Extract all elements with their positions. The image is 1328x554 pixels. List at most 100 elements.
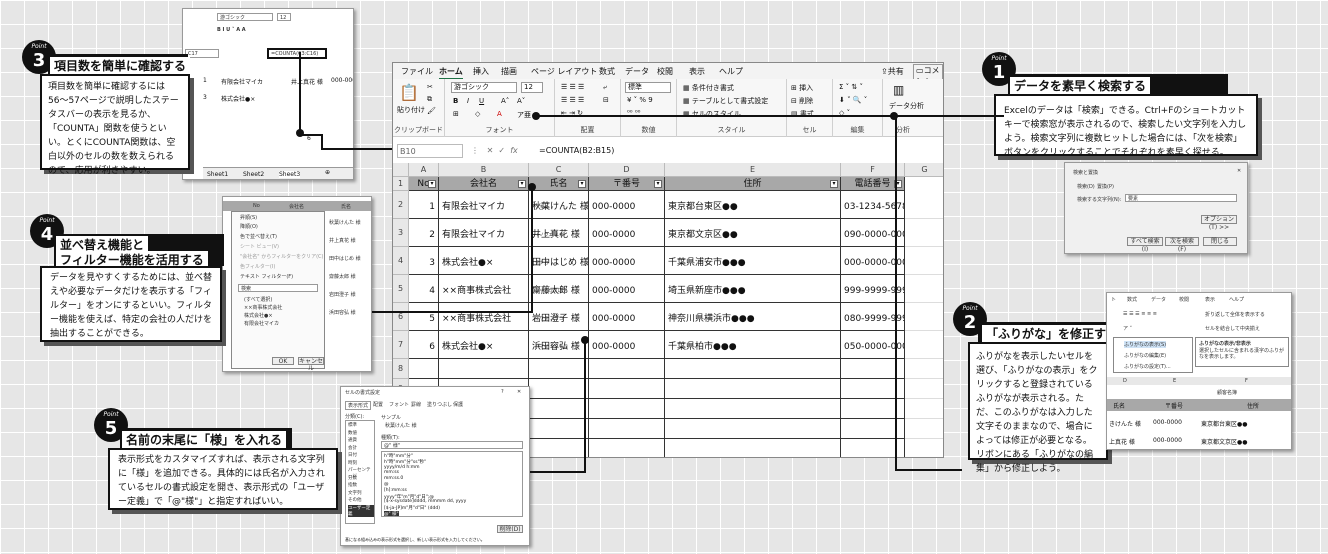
cell-no[interactable]: 2: [409, 219, 439, 247]
cell-addr[interactable]: 千葉県柏市●●●: [665, 331, 841, 359]
empty-cell[interactable]: [905, 439, 943, 457]
cell-addr[interactable]: 東京都文京区●●: [665, 219, 841, 247]
cell-tel[interactable]: 03-1234-5678: [841, 191, 905, 219]
empty-cell[interactable]: [589, 399, 665, 419]
menu-edit-furigana[interactable]: ふりがなの編集(E): [1124, 352, 1166, 359]
empty-cell[interactable]: [841, 399, 905, 419]
tab-alignment[interactable]: 配置: [373, 401, 383, 408]
empty-cell[interactable]: [439, 359, 529, 379]
share-button[interactable]: ⇪共有: [881, 66, 904, 77]
tab-font[interactable]: フォント: [389, 401, 409, 408]
row-header-4[interactable]: 4: [393, 247, 409, 275]
find-next-button[interactable]: 次を検索(F): [1165, 237, 1199, 253]
empty-cell[interactable]: [589, 379, 665, 399]
menu-show-furigana[interactable]: ふりがなの表示(S): [1124, 341, 1167, 348]
cell-name[interactable]: タナカ 田中はじめ 様: [529, 247, 589, 275]
empty-cell[interactable]: [841, 419, 905, 439]
empty-cell[interactable]: [905, 399, 943, 419]
empty-cell[interactable]: [665, 419, 841, 439]
align-top-icon[interactable]: ☰ ☰ ☰: [561, 83, 584, 91]
merge-icon[interactable]: ⊟: [603, 96, 609, 104]
empty-cell[interactable]: [905, 379, 943, 399]
col-header-d[interactable]: D: [589, 163, 665, 177]
category-item[interactable]: 指数: [348, 482, 357, 488]
border-icon[interactable]: ⊞: [453, 110, 459, 118]
formula-input[interactable]: =COUNTA(B2:B15): [539, 146, 614, 155]
sheet-tab-1[interactable]: Sheet1: [207, 171, 228, 178]
cell-zip[interactable]: 000-0000: [589, 331, 665, 359]
clear-filter-item[interactable]: "会社名" からフィルターをクリア(C): [240, 253, 323, 260]
empty-cell[interactable]: [589, 359, 665, 379]
row-header-8[interactable]: 8: [393, 359, 409, 379]
cut-icon[interactable]: ✂: [427, 83, 433, 91]
empty-cell[interactable]: [905, 419, 943, 439]
cell-no[interactable]: 4: [409, 275, 439, 303]
font-color-icon[interactable]: A: [497, 110, 502, 118]
tab-home[interactable]: ホーム: [439, 66, 463, 80]
empty-cell[interactable]: [905, 359, 943, 379]
cell-company[interactable]: ××商事株式会社: [439, 275, 529, 303]
dialog-close-button[interactable]: 閉じる: [1203, 237, 1237, 246]
merge-button[interactable]: セルを結合して中央揃え: [1205, 325, 1260, 332]
name-box[interactable]: B10: [397, 144, 463, 158]
cell-name[interactable]: イワタ スミコ 岩田澄子 様: [529, 303, 589, 331]
row-header-2[interactable]: 2: [393, 191, 409, 219]
empty-cell[interactable]: [841, 379, 905, 399]
tab-review[interactable]: 校閲: [657, 66, 673, 77]
tab-data[interactable]: データ: [625, 66, 649, 77]
select-all-corner[interactable]: [393, 163, 409, 177]
filter-dropdown-icon[interactable]: ▾: [428, 180, 436, 188]
phonetic-dropdown-icon[interactable]: ア ˅: [1123, 325, 1132, 332]
indent-icon[interactable]: ⇤ ⇥ ↻: [561, 109, 583, 117]
tab-insert[interactable]: 挿入: [473, 66, 489, 77]
delete-cells-button[interactable]: ⊟ 削除: [791, 96, 813, 106]
cell-g[interactable]: [905, 219, 943, 247]
sort-asc-item[interactable]: 昇順(S): [240, 214, 257, 221]
insert-cells-button[interactable]: ⊞ 挿入: [791, 83, 813, 93]
data-analysis-icon[interactable]: ▥: [893, 83, 904, 97]
empty-cell[interactable]: [589, 419, 665, 439]
cell-company[interactable]: 有限会社マイカ: [439, 191, 529, 219]
cell-company[interactable]: ××商事株式会社: [439, 303, 529, 331]
tab-protection[interactable]: 保護: [453, 401, 463, 408]
bold-icon[interactable]: B: [453, 97, 458, 105]
font-size-select[interactable]: 12: [521, 82, 543, 93]
close-icon[interactable]: ✕: [517, 389, 521, 395]
row-header-5[interactable]: 5: [393, 275, 409, 303]
check-company-2[interactable]: 株式会社●×: [244, 312, 273, 319]
empty-cell[interactable]: [529, 419, 589, 439]
cell-addr[interactable]: 埼玉県新座市●●●: [665, 275, 841, 303]
cell-name[interactable]: サイトウタロウ 齋藤太郎 様: [529, 275, 589, 303]
cell-no[interactable]: 1: [409, 191, 439, 219]
wrap-text-icon[interactable]: ⤶: [603, 83, 607, 92]
check-company-1[interactable]: ××商事株式会社: [244, 304, 282, 311]
options-button[interactable]: オプション(T) >>: [1201, 215, 1237, 231]
filter-dropdown-icon[interactable]: ▾: [518, 180, 526, 188]
filter-dropdown-icon[interactable]: ▾: [830, 180, 838, 188]
sheet-tab-3[interactable]: Sheet3: [279, 171, 301, 178]
delete-format-button[interactable]: 削除(D): [497, 525, 523, 533]
sheet-tab-2[interactable]: Sheet2: [243, 171, 264, 178]
cell-no[interactable]: 6: [409, 331, 439, 359]
tab-border[interactable]: 罫線: [411, 401, 421, 408]
table-format-button[interactable]: ▦ テーブルとして書式設定: [683, 96, 768, 106]
cell-tel[interactable]: 000-0000-0000: [841, 247, 905, 275]
tab-fill[interactable]: 塗りつぶし: [427, 401, 452, 408]
empty-cell[interactable]: [665, 439, 841, 457]
font-name-select[interactable]: 游ゴシック: [451, 82, 517, 93]
sort-color-item[interactable]: 色で並べ替え(T): [240, 233, 277, 240]
align-left-icon[interactable]: ☰ ☰ ☰: [561, 96, 584, 104]
italic-icon[interactable]: I: [467, 97, 469, 105]
format-cells-button[interactable]: ▤ 書式: [791, 109, 814, 119]
currency-icon[interactable]: ¥ ˅ % 9: [627, 96, 653, 104]
cell-zip[interactable]: 000-0000: [589, 219, 665, 247]
font-grow-icon[interactable]: A˄: [501, 97, 509, 105]
sheet-view-item[interactable]: シート ビュー(V): [240, 243, 279, 250]
data-analysis-button[interactable]: データ分析: [889, 101, 924, 111]
row-header-1[interactable]: 1: [393, 177, 409, 191]
cell-zip[interactable]: 000-0000: [589, 247, 665, 275]
cell-addr[interactable]: 神奈川県横浜市●●●: [665, 303, 841, 331]
tab-page-layout[interactable]: ページ レイアウト: [531, 66, 597, 77]
col-header-c[interactable]: C: [529, 163, 589, 177]
font-shrink-icon[interactable]: A˅: [517, 97, 525, 105]
